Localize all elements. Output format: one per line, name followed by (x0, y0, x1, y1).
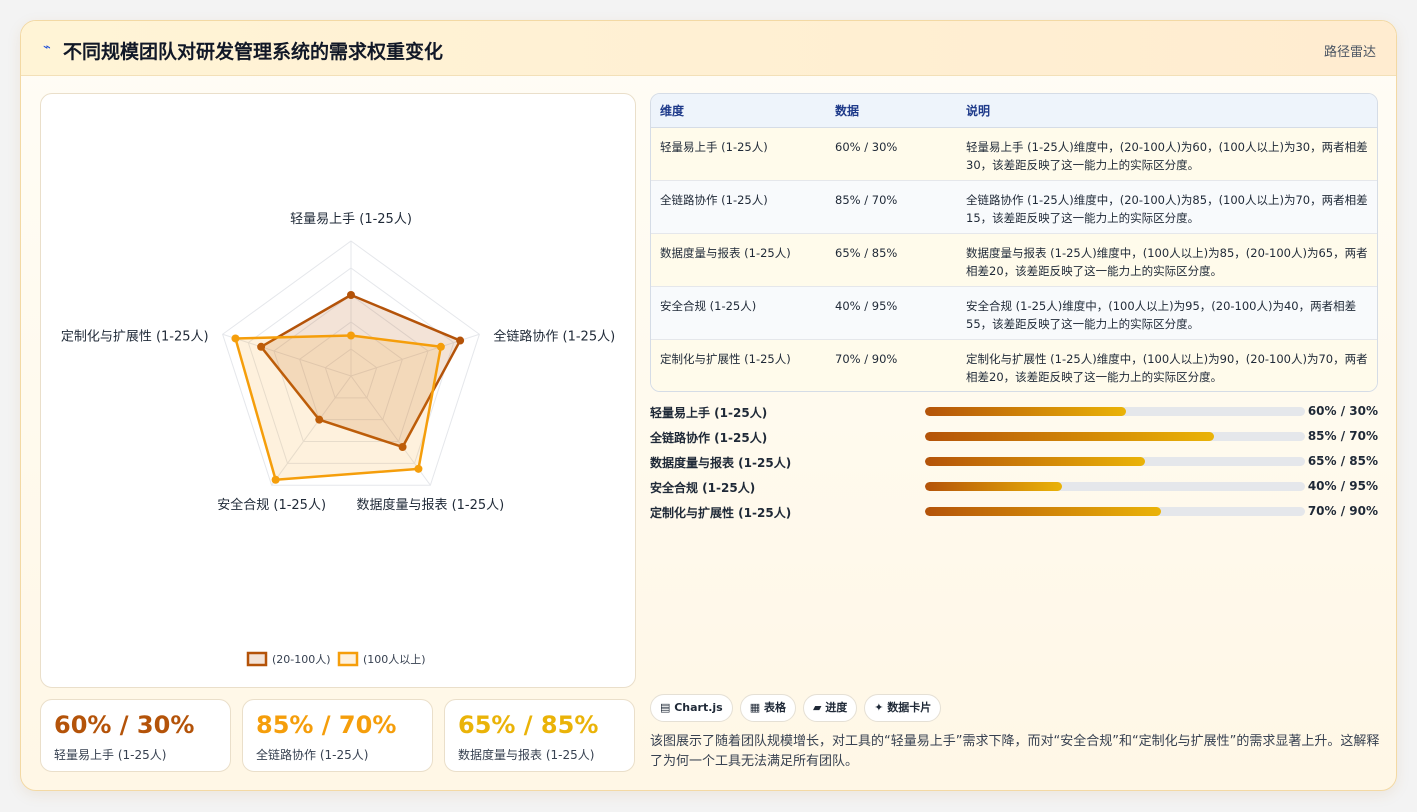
tag-table[interactable]: ▦ 表格 (739, 694, 796, 722)
progress-fill (925, 482, 1062, 491)
progress-fill (925, 432, 1214, 441)
progress-label: 定制化与扩展性 (1-25人) (650, 506, 792, 520)
radar-point (436, 342, 445, 351)
progress-row: 安全合规 (1-25人) 40% / 95% (650, 477, 1378, 502)
progress-track (925, 432, 1305, 441)
table-row: 轻量易上手 (1-25人) 60% / 30% 轻量易上手 (1-25人)维度中… (651, 127, 1377, 181)
progress-row: 轻量易上手 (1-25人) 60% / 30% (650, 402, 1378, 427)
progress-value: 65% / 85% (1307, 454, 1378, 468)
tag-chartjs[interactable]: ▤ Chart.js (650, 694, 733, 722)
radar-axis-label: 定制化与扩展性 (1-25人) (61, 329, 209, 344)
progress-bar-list: 轻量易上手 (1-25人) 60% / 30% 全链路协作 (1-25人) 85… (650, 402, 1378, 527)
table-cell-data: 70% / 90% (826, 339, 957, 391)
radar-axis-label: 数据度量与报表 (1-25人) (356, 497, 504, 513)
legend-swatch (246, 651, 268, 667)
legend-swatch (337, 651, 359, 667)
table-header-dim: 维度 (651, 94, 826, 128)
kpi-value: 85% / 70% (256, 711, 397, 739)
kpi-label: 轻量易上手 (1-25人) (54, 748, 167, 762)
page-title: 不同规模团队对研发管理系统的需求权重变化 (63, 41, 444, 63)
radar-series-area (234, 334, 443, 482)
progress-label: 全链路协作 (1-25人) (650, 431, 768, 445)
kpi-label: 数据度量与报表 (1-25人) (458, 748, 595, 762)
table-header-row: 维度 数据 说明 (651, 94, 1377, 128)
table-cell-dim: 数据度量与报表 (1-25人) (651, 233, 826, 287)
table-row: 全链路协作 (1-25人) 85% / 70% 全链路协作 (1-25人)维度中… (651, 180, 1377, 234)
legend-label: (20-100人) (272, 653, 331, 666)
kpi-card-2: 85% / 70% 全链路协作 (1-25人) (242, 699, 433, 772)
table-cell-data: 85% / 70% (826, 180, 957, 234)
table-cell-data: 40% / 95% (826, 286, 957, 340)
table-cell-desc: 数据度量与报表 (1-25人)维度中，(100人以上)为85，(20-100人)… (957, 233, 1377, 287)
table-cell-dim: 轻量易上手 (1-25人) (651, 127, 826, 181)
table-cell-desc: 轻量易上手 (1-25人)维度中，(20-100人)为60，(100人以上)为3… (957, 127, 1377, 181)
progress-label: 轻量易上手 (1-25人) (650, 406, 768, 420)
legend-label: (100人以上) (363, 653, 426, 666)
radar-point (231, 334, 240, 343)
radar-axis-label: 安全合规 (1-25人) (217, 497, 326, 513)
radar-chart-panel: 轻量易上手 (1-25人) 全链路协作 (1-25人) 数据度量与报表 (1-25人… (40, 93, 636, 688)
kpi-label: 全链路协作 (1-25人) (256, 748, 369, 762)
kpi-value: 65% / 85% (458, 711, 599, 739)
progress-row: 数据度量与报表 (1-25人) 65% / 85% (650, 452, 1378, 477)
progress-track (925, 407, 1305, 416)
progress-value: 70% / 90% (1307, 504, 1378, 518)
table-header-data: 数据 (826, 94, 957, 128)
radar-point (347, 331, 355, 340)
main-card: ⌁ 不同规模团队对研发管理系统的需求权重变化 路径雷达 轻量易上手 (1-25人… (20, 20, 1397, 791)
table-header-desc: 说明 (957, 94, 1377, 128)
progress-value: 85% / 70% (1307, 429, 1378, 443)
progress-track (925, 507, 1305, 516)
kpi-card-3: 65% / 85% 数据度量与报表 (1-25人) (444, 699, 635, 772)
table-cell-data: 65% / 85% (826, 233, 957, 287)
tech-tag-list: ▤ Chart.js ▦ 表格 ▰ 进度 ✦ 数据卡片 (650, 694, 948, 722)
progress-label: 安全合规 (1-25人) (650, 481, 756, 495)
progress-track (925, 457, 1305, 466)
tag-data-card[interactable]: ✦ 数据卡片 (864, 694, 942, 722)
table-cell-dim: 全链路协作 (1-25人) (651, 180, 826, 234)
progress-row: 定制化与扩展性 (1-25人) 70% / 90% (650, 502, 1378, 527)
radar-point (414, 464, 423, 473)
card-header: ⌁ 不同规模团队对研发管理系统的需求权重变化 路径雷达 (21, 21, 1396, 76)
table-cell-desc: 定制化与扩展性 (1-25人)维度中，(100人以上)为90，(20-100人)… (957, 339, 1377, 391)
progress-row: 全链路协作 (1-25人) 85% / 70% (650, 427, 1378, 452)
progress-fill (925, 457, 1146, 466)
table-cell-desc: 全链路协作 (1-25人)维度中，(20-100人)为85，(100人以上)为7… (957, 180, 1377, 234)
radar-axis-label: 全链路协作 (1-25人) (493, 328, 615, 344)
radar-point (456, 336, 465, 345)
table-row: 安全合规 (1-25人) 40% / 95% 安全合规 (1-25人)维度中，(… (651, 286, 1377, 340)
chart-summary: 该图展示了随着团队规模增长，对工具的“轻量易上手”需求下降，而对“安全合规”和“… (650, 734, 1380, 769)
radar-chart: 轻量易上手 (1-25人) 全链路协作 (1-25人) 数据度量与报表 (1-25人… (61, 212, 615, 667)
table-cell-desc: 安全合规 (1-25人)维度中，(100人以上)为95，(20-100人)为40… (957, 286, 1377, 340)
table-cell-dim: 定制化与扩展性 (1-25人) (651, 339, 826, 391)
kpi-card-1: 60% / 30% 轻量易上手 (1-25人) (40, 699, 231, 772)
kpi-value: 60% / 30% (54, 711, 195, 739)
bolt-icon: ⌁ (43, 40, 51, 55)
table-row: 定制化与扩展性 (1-25人) 70% / 90% 定制化与扩展性 (1-25人… (651, 339, 1377, 391)
table-cell-dim: 安全合规 (1-25人) (651, 286, 826, 340)
table-row: 数据度量与报表 (1-25人) 65% / 85% 数据度量与报表 (1-25人… (651, 233, 1377, 287)
tag-progress[interactable]: ▰ 进度 (802, 694, 858, 722)
progress-fill (925, 507, 1161, 516)
chart-type-tag: 路径雷达 (1323, 45, 1376, 60)
table-cell-data: 60% / 30% (826, 127, 957, 181)
radar-point (347, 291, 355, 299)
progress-track (925, 482, 1305, 491)
radar-axis-label: 轻量易上手 (1-25人) (290, 212, 412, 227)
progress-value: 40% / 95% (1307, 479, 1378, 493)
radar-point (271, 475, 280, 484)
progress-value: 60% / 30% (1307, 404, 1378, 418)
data-table: 维度 数据 说明 轻量易上手 (1-25人) 60% / 30% 轻量易上手 (… (650, 93, 1378, 392)
progress-label: 数据度量与报表 (1-25人) (650, 456, 792, 470)
progress-fill (925, 407, 1127, 416)
